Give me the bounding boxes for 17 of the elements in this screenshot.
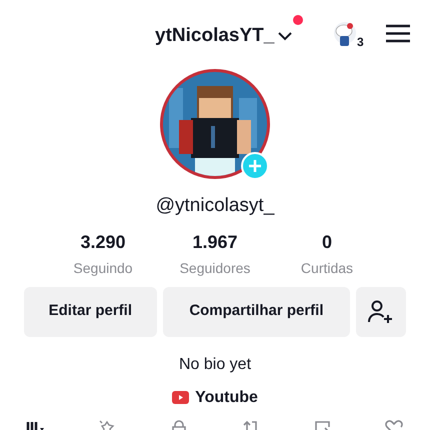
menu-icon[interactable] bbox=[386, 24, 410, 43]
stat-value: 1.967 bbox=[192, 230, 238, 254]
stat-value: 3.290 bbox=[80, 230, 126, 254]
add-icon[interactable] bbox=[241, 152, 269, 180]
cartoon-avatar-icon[interactable] bbox=[333, 21, 357, 49]
share-profile-button[interactable]: Compartilhar perfil bbox=[162, 286, 350, 336]
edit-profile-button[interactable]: Editar perfil bbox=[24, 286, 157, 336]
youtube-icon bbox=[172, 391, 190, 404]
add-friend-button[interactable] bbox=[356, 286, 406, 336]
stat-value: 0 bbox=[322, 230, 332, 254]
add-person-icon bbox=[368, 300, 394, 324]
bio-text: No bio yet bbox=[178, 356, 252, 372]
story-count: 3 bbox=[357, 36, 364, 48]
youtube-link[interactable]: Youtube bbox=[172, 386, 258, 410]
chevron-down-icon[interactable] bbox=[278, 32, 292, 41]
profile-handle: @ytnicolasyt_ bbox=[156, 195, 274, 216]
username[interactable]: ytNicolasYT_ bbox=[155, 22, 274, 50]
